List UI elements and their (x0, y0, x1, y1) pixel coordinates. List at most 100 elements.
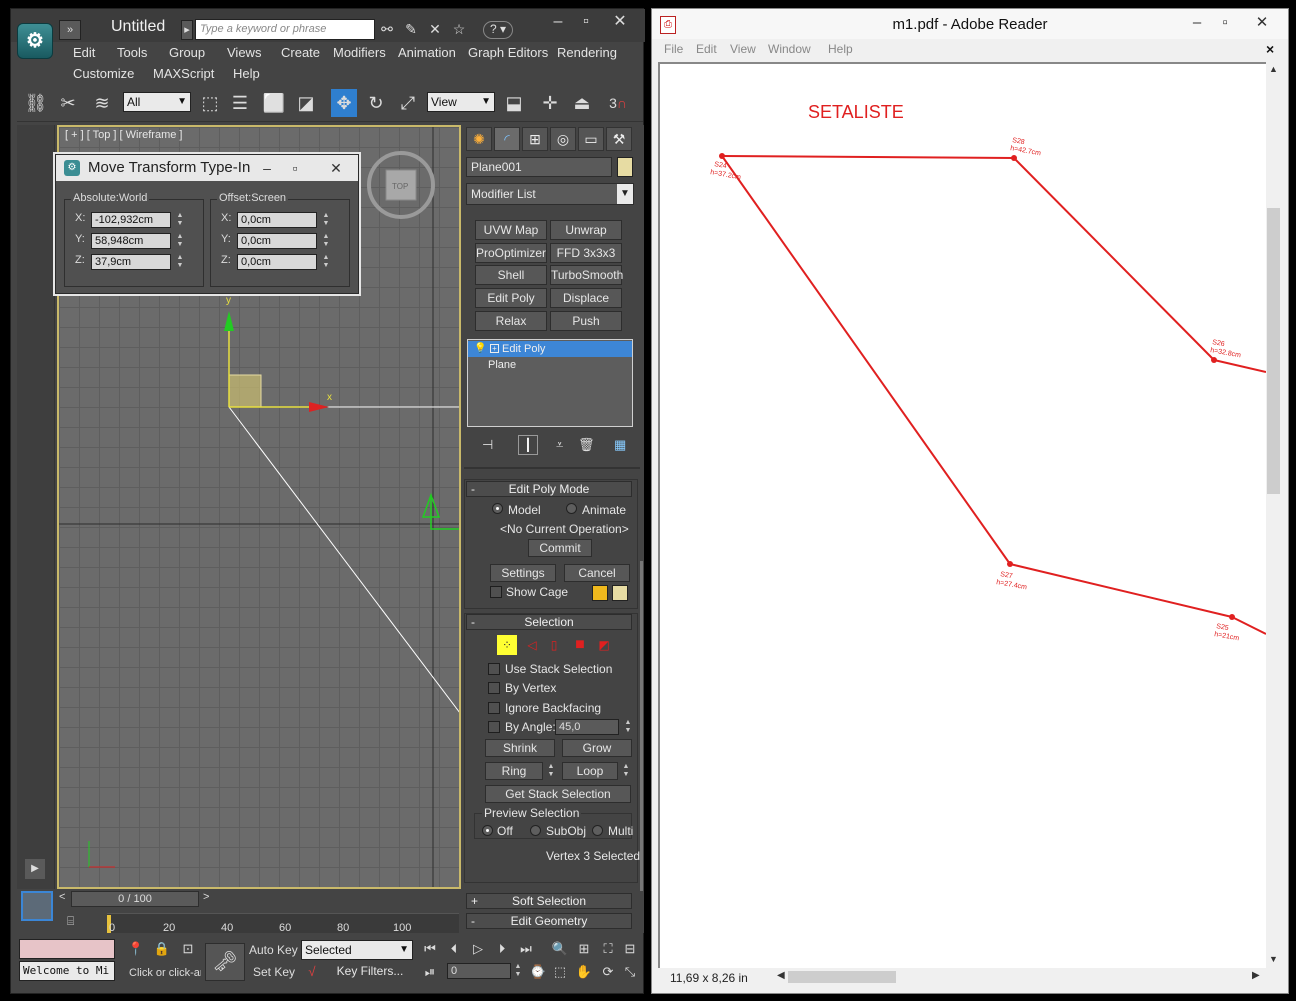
go-to-end-icon[interactable]: ⏭ (515, 939, 537, 959)
scale-icon[interactable]: ⤢ (395, 89, 421, 117)
settings-button[interactable]: Settings (490, 564, 556, 582)
offset-x-field[interactable]: 0,0cm (237, 212, 317, 228)
menu-graph-editors[interactable]: Graph Editors (468, 45, 548, 60)
link-icon[interactable]: ⛓ (23, 89, 49, 117)
selection-rollout[interactable]: - Selection (466, 614, 632, 630)
preview-off-radio[interactable] (482, 825, 493, 836)
select-manipulate-icon[interactable]: ✛ (537, 89, 563, 117)
auto-key-button[interactable]: Auto Key (249, 943, 298, 957)
menu-modifiers[interactable]: Modifiers (333, 45, 386, 60)
absolute-z-spinner-icon[interactable]: ▲ ▼ (175, 254, 185, 270)
lock-icon[interactable]: 🔒 (151, 939, 173, 959)
vertex-mode-icon[interactable]: ⁘ (497, 635, 517, 655)
unwrap-uvw-button[interactable]: Unwrap UVW (550, 220, 622, 255)
window-crossing-icon[interactable]: ◪ (293, 89, 319, 117)
move-dialog-minimize-icon[interactable]: – (254, 155, 280, 181)
uvw-map-button[interactable]: UVW Map (475, 220, 547, 240)
relax-button[interactable]: Relax (475, 311, 547, 331)
reader-menu-help[interactable]: Help (828, 42, 853, 56)
menu-animation[interactable]: Animation (398, 45, 456, 60)
display-tab-icon[interactable]: ▭ (578, 127, 604, 151)
grow-button[interactable]: Grow (562, 739, 632, 757)
hierarchy-tab-icon[interactable]: ⊞ (522, 127, 548, 151)
polygon-mode-icon[interactable]: ■ (570, 635, 590, 655)
key-mode-icon[interactable]: ⏯ (419, 962, 441, 982)
show-end-result-icon[interactable]: ┃ (518, 435, 538, 455)
utilities-tab-icon[interactable]: ⚒ (606, 127, 632, 151)
stack-expand-icon[interactable]: + (490, 344, 499, 353)
model-radio[interactable] (492, 503, 503, 514)
stack-light-bulb-icon[interactable]: 💡 (474, 341, 486, 357)
rectangle-selection-icon[interactable]: ⬜ (261, 89, 287, 117)
modifier-stack[interactable]: 💡 + Edit Poly Plane (467, 339, 633, 427)
mini-viewport-icon[interactable] (21, 891, 53, 921)
zoom-extents-icon[interactable]: ⛶ (597, 939, 619, 959)
modifier-list-select[interactable]: Modifier List ▼ (466, 183, 634, 205)
object-color-swatch[interactable] (617, 157, 633, 177)
search-input[interactable]: Type a keyword or phrase (195, 19, 375, 40)
displace-button[interactable]: Displace (550, 288, 622, 308)
reader-close-icon[interactable]: ✕ (1242, 11, 1282, 35)
reader-minimize-icon[interactable]: – (1182, 11, 1212, 35)
motion-tab-icon[interactable]: ◎ (550, 127, 576, 151)
current-frame-spinner-icon[interactable]: ▲ ▼ (513, 963, 523, 979)
panel-scrollbar[interactable] (640, 561, 643, 891)
show-cage-checkbox[interactable] (490, 586, 502, 598)
go-to-start-icon[interactable]: ⏮ (419, 939, 441, 959)
pin-icon[interactable]: 📍 (125, 939, 147, 959)
selection-lock-icon[interactable]: ⊡ (177, 939, 199, 959)
cage-color-swatch-2[interactable] (612, 585, 628, 601)
by-angle-checkbox[interactable] (488, 721, 500, 733)
move-dialog-title[interactable]: Move Transform Type-In (56, 155, 358, 181)
shrink-button[interactable]: Shrink (485, 739, 555, 757)
horizontal-scroll-thumb[interactable] (788, 971, 896, 983)
scroll-down-icon[interactable]: ▼ (1269, 954, 1278, 964)
close-document-icon[interactable]: × (1266, 41, 1274, 57)
current-frame-field[interactable]: 0 (447, 963, 511, 979)
maximize-icon[interactable]: ▫ (571, 13, 601, 33)
menu-views[interactable]: Views (227, 45, 261, 60)
move-dialog-close-icon[interactable]: ✕ (318, 155, 354, 181)
offset-x-spinner-icon[interactable]: ▲ ▼ (321, 212, 331, 228)
absolute-y-field[interactable]: 58,948cm (91, 233, 171, 249)
menu-tools[interactable]: Tools (117, 45, 147, 60)
select-by-name-icon[interactable]: ☰ (227, 89, 253, 117)
element-mode-icon[interactable]: ◩ (594, 635, 614, 655)
menu-maxscript[interactable]: MAXScript (153, 66, 214, 81)
loop-spinner-icon[interactable]: ▲ ▼ (621, 763, 631, 779)
ring-spinner-icon[interactable]: ▲ ▼ (546, 763, 556, 779)
quick-access-more-icon[interactable]: » (59, 20, 81, 40)
get-stack-selection-button[interactable]: Get Stack Selection (485, 785, 631, 803)
object-name-field[interactable]: Plane001 (466, 157, 612, 177)
help-icon[interactable]: ? ▾ (483, 21, 513, 39)
pdf-page[interactable]: SETALISTE S24 h=37.2cm S28 h=42.7cm S26 … (658, 62, 1266, 968)
offset-z-spinner-icon[interactable]: ▲ ▼ (321, 254, 331, 270)
soft-selection-rollout[interactable]: + Soft Selection (466, 893, 632, 909)
by-angle-field[interactable]: 45,0 (555, 719, 619, 735)
favorites-star-icon[interactable]: ☆ (449, 21, 469, 39)
edit-poly-mode-rollout[interactable]: - Edit Poly Mode (466, 481, 632, 497)
scroll-right-icon[interactable]: ▶ (1252, 970, 1260, 981)
cage-color-swatch-1[interactable] (592, 585, 608, 601)
stack-item-plane[interactable]: Plane (468, 357, 632, 373)
shell-button[interactable]: Shell (475, 265, 547, 285)
absolute-z-field[interactable]: 37,9cm (91, 254, 171, 270)
time-slider-next-icon[interactable]: > (203, 891, 209, 903)
field-of-view-icon[interactable]: ⬚ (549, 962, 571, 982)
menu-help[interactable]: Help (233, 66, 260, 81)
menu-rendering[interactable]: Rendering (557, 45, 617, 60)
by-vertex-checkbox[interactable] (488, 682, 500, 694)
scroll-left-icon[interactable]: ◀ (777, 970, 785, 981)
menu-edit[interactable]: Edit (73, 45, 95, 60)
absolute-x-spinner-icon[interactable]: ▲ ▼ (175, 212, 185, 228)
by-angle-spinner-icon[interactable]: ▲ ▼ (623, 719, 633, 735)
max-app-logo-icon[interactable]: ⚙ (17, 23, 53, 59)
vertical-scroll-thumb[interactable] (1267, 208, 1280, 494)
track-bar-toggle-icon[interactable]: ⌸ (67, 914, 74, 929)
time-slider[interactable]: 0 / 100 (71, 891, 199, 907)
absolute-x-field[interactable]: -102,932cm (91, 212, 171, 228)
commit-button[interactable]: Commit (528, 539, 592, 557)
ring-button[interactable]: Ring (485, 762, 543, 780)
unlink-icon[interactable]: ✂ (55, 89, 81, 117)
reference-coordinate-select[interactable]: View ▼ (427, 92, 495, 112)
